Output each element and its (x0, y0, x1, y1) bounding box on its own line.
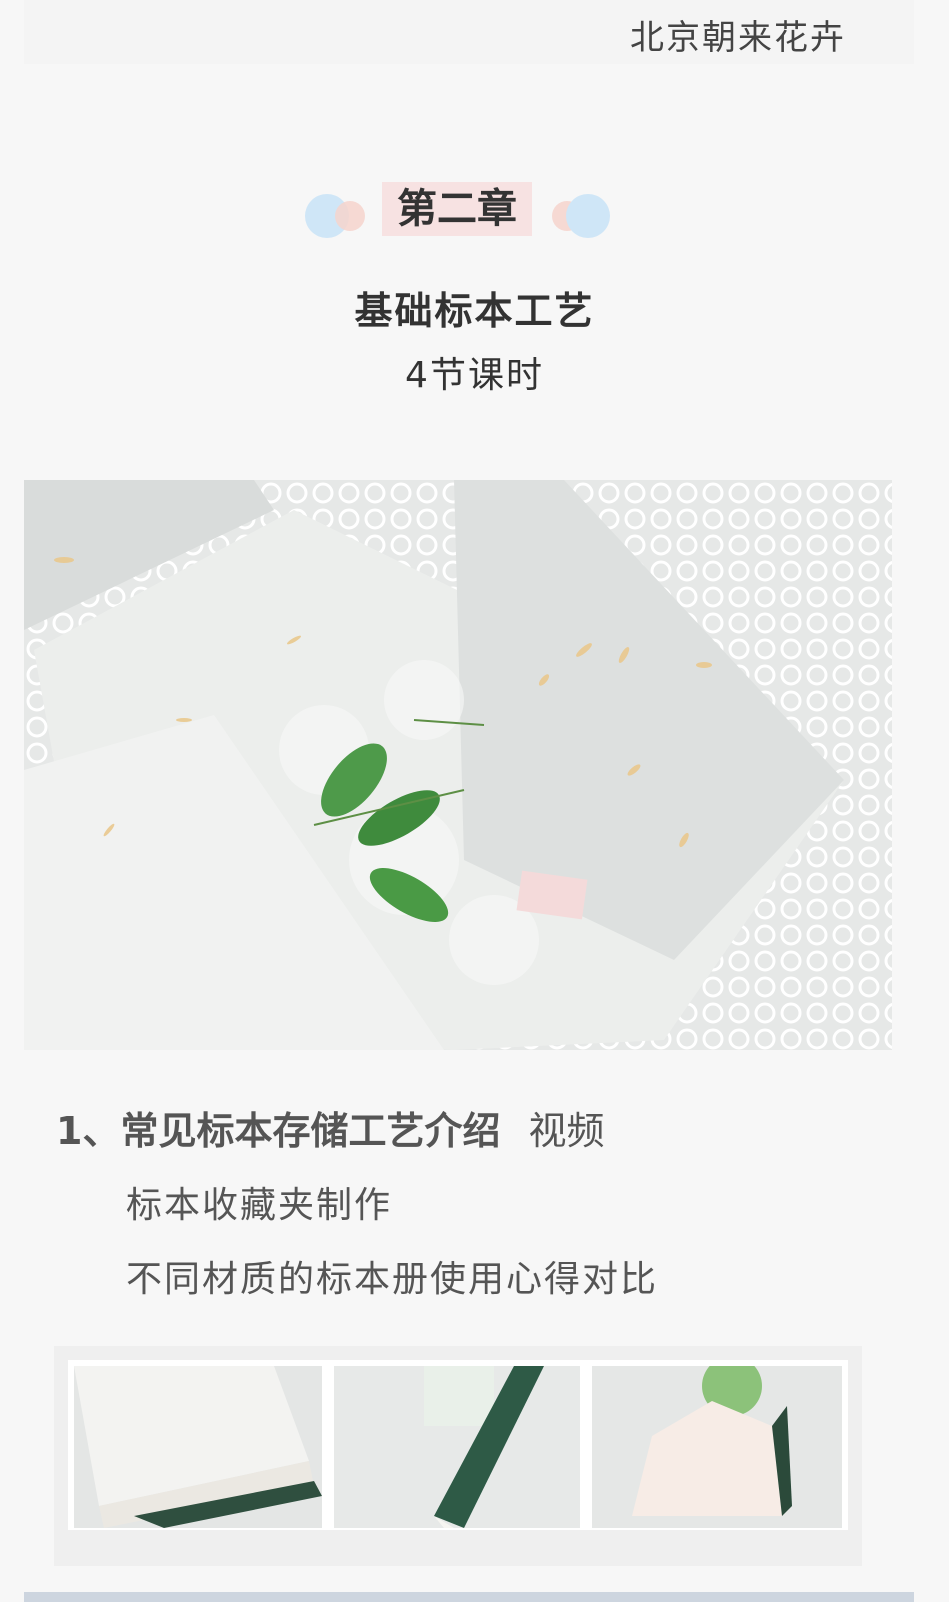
lesson-item: 不同材质的标本册使用心得对比 (126, 1259, 659, 1300)
chapter-heading: 第二章 (0, 180, 949, 240)
lesson-tag: 视频 (528, 1109, 605, 1153)
decorative-dots-icon (305, 194, 375, 244)
next-section-edge (24, 1592, 914, 1602)
section-subtitle: 4节课时 (405, 355, 544, 396)
gallery-photo (74, 1366, 322, 1528)
hero-image (24, 480, 892, 1050)
brand-name: 北京朝来花卉 (630, 18, 846, 58)
gallery-frame (68, 1360, 848, 1530)
brand-card: 北京朝来花卉 (24, 0, 914, 64)
gallery-photo (592, 1366, 842, 1528)
lesson-heading: 1、常见标本存储工艺介绍 视频 (56, 1100, 604, 1155)
section-title: 基础标本工艺 (354, 289, 595, 333)
gallery-photo (334, 1366, 580, 1528)
lesson-title: 1、常见标本存储工艺介绍 (56, 1109, 501, 1153)
lesson-item: 标本收藏夹制作 (126, 1185, 393, 1226)
chapter-label: 第二章 (382, 182, 532, 236)
decorative-dots-icon (552, 194, 622, 244)
photo-gallery (54, 1346, 862, 1566)
